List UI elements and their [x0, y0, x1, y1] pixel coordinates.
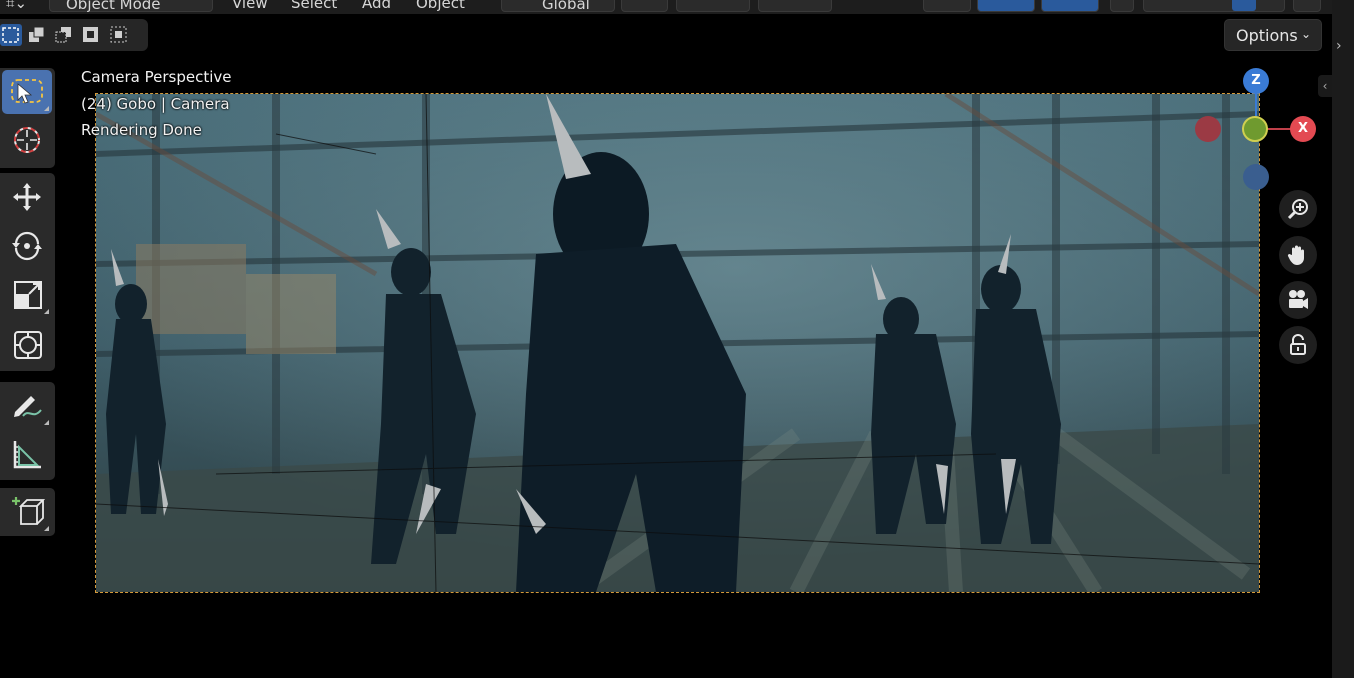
shading-modes[interactable] — [1143, 0, 1285, 12]
select-new-button[interactable] — [0, 24, 22, 46]
select-box-icon — [11, 79, 43, 104]
tool-scale[interactable] — [2, 273, 52, 317]
gizmo-neg-z-axis[interactable] — [1243, 164, 1269, 190]
menu-select[interactable]: Select — [291, 0, 337, 12]
tool-transform[interactable] — [2, 323, 52, 367]
render-status-label: Rendering Done — [81, 121, 202, 139]
transform-orientation-dropdown[interactable]: Global — [501, 0, 615, 13]
camera-view-button[interactable] — [1279, 281, 1317, 319]
options-label: Options — [1236, 26, 1298, 45]
toolbar-group-annotate — [0, 382, 55, 480]
toolbar-group-select — [0, 68, 55, 168]
overlay-toggle[interactable] — [977, 0, 1035, 12]
move-icon — [13, 183, 41, 211]
transform-icon — [14, 331, 42, 359]
lock-camera-button[interactable] — [1279, 326, 1317, 364]
menu-view[interactable]: View — [232, 0, 268, 12]
xray-toggle[interactable] — [1041, 0, 1099, 12]
select-new-icon — [2, 27, 19, 43]
pivot-dropdown[interactable] — [621, 0, 668, 12]
tool-rotate[interactable] — [2, 224, 52, 268]
pan-button[interactable] — [1279, 236, 1317, 274]
lock-camera-icon — [1290, 334, 1306, 355]
select-invert-button[interactable] — [80, 24, 102, 46]
xray-button[interactable] — [1110, 0, 1134, 12]
selection-mode-group — [0, 19, 148, 51]
shading-rendered-active[interactable] — [1232, 0, 1256, 11]
tool-move[interactable] — [2, 175, 52, 219]
object-info-label: (24) Gobo | Camera — [81, 95, 230, 113]
select-invert-icon — [83, 27, 98, 42]
top-header: ⌗⌄ Object Mode View Select Add Object Gl… — [0, 0, 1332, 14]
tool-annotate[interactable] — [2, 384, 52, 428]
tool-corner-indicator — [44, 309, 49, 314]
measure-icon — [13, 441, 41, 469]
tool-select-box[interactable] — [2, 70, 52, 114]
tool-add-cube[interactable] — [2, 490, 52, 534]
right-region-strip[interactable]: › — [1332, 0, 1354, 678]
menu-object[interactable]: Object — [416, 0, 465, 12]
view-name-label: Camera Perspective — [81, 68, 232, 86]
chevron-right-icon[interactable]: › — [1336, 38, 1342, 54]
options-dropdown[interactable]: Options ⌄ — [1224, 19, 1322, 51]
zoom-button[interactable] — [1279, 190, 1317, 228]
camera-frame[interactable] — [95, 93, 1260, 593]
mode-dropdown[interactable]: Object Mode — [49, 0, 213, 13]
header-pause-button[interactable] — [1293, 0, 1321, 12]
zoom-icon — [1287, 199, 1308, 220]
gizmo-x-axis[interactable]: X — [1290, 116, 1316, 142]
rendered-scene-image — [96, 94, 1259, 592]
editor-type-icon[interactable]: ⌗⌄ — [6, 0, 27, 12]
proportional-edit-dropdown[interactable] — [758, 0, 832, 12]
annotate-icon — [14, 396, 42, 417]
select-extend-button[interactable] — [26, 24, 48, 46]
pan-hand-icon — [1287, 245, 1304, 265]
chevron-down-icon: ⌄ — [1301, 27, 1312, 41]
cursor-icon — [14, 127, 40, 153]
menu-add[interactable]: Add — [362, 0, 391, 12]
select-intersect-icon — [110, 26, 127, 43]
camera-view-icon — [1289, 290, 1308, 309]
scale-icon — [14, 281, 42, 309]
orientation-label: Global — [542, 0, 590, 13]
select-extend-icon — [29, 26, 45, 42]
rotate-icon — [12, 231, 42, 261]
gizmo-toggle[interactable] — [923, 0, 971, 12]
select-subtract-button[interactable] — [53, 24, 75, 46]
tool-corner-indicator — [44, 106, 49, 111]
toolbar-group-add — [0, 488, 55, 536]
tool-corner-indicator — [44, 420, 49, 425]
snap-dropdown[interactable] — [676, 0, 750, 12]
select-intersect-button[interactable] — [108, 24, 130, 46]
gizmo-neg-x-axis[interactable] — [1195, 116, 1221, 142]
select-subtract-icon — [55, 27, 71, 43]
mode-dropdown-label: Object Mode — [66, 0, 161, 13]
toolbar-group-transform — [0, 173, 55, 371]
tool-measure[interactable] — [2, 433, 52, 477]
sidebar-toggle[interactable]: ‹ — [1318, 75, 1332, 97]
add-cube-icon — [12, 497, 45, 525]
gizmo-z-axis[interactable]: Z — [1243, 68, 1269, 94]
gizmo-y-axis[interactable] — [1242, 116, 1268, 142]
tool-cursor[interactable] — [2, 118, 52, 162]
tool-corner-indicator — [44, 526, 49, 531]
